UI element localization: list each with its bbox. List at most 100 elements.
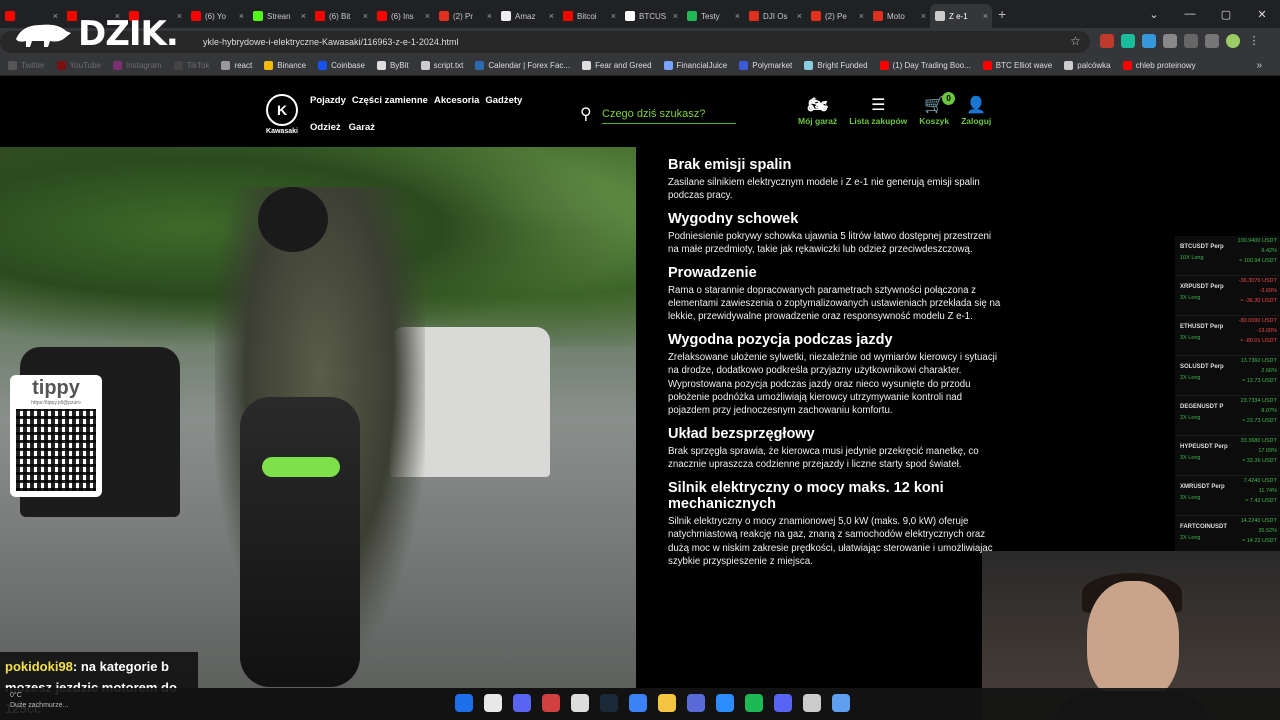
profile-avatar[interactable]	[1226, 34, 1240, 48]
browser-tab[interactable]: BTCUS ×	[620, 4, 682, 28]
my-garage-button[interactable]: 🏍 Mój garaż	[798, 96, 837, 126]
taskbar-app-icon[interactable]	[774, 694, 792, 712]
bookmark-item[interactable]: TikTok	[173, 61, 209, 70]
weather-widget[interactable]: 0°C Duże zachmurze...	[10, 691, 68, 711]
bookmark-item[interactable]: Coinbase	[318, 61, 365, 70]
bookmark-star-icon[interactable]: ☆	[1070, 34, 1081, 48]
crypto-position-row[interactable]: FARTCOINUSDT 2X Long 14.2240 USDT 35.52% ≈ 1…	[1175, 516, 1280, 556]
bookmark-item[interactable]: Instagram	[113, 61, 162, 70]
login-button[interactable]: 👤 Zaloguj	[961, 96, 991, 126]
crypto-pnl-approx: ≈ -80.01 USDT	[1240, 338, 1277, 344]
bookmark-item[interactable]: Polymarket	[739, 61, 792, 70]
taskbar-app-icon[interactable]	[716, 694, 734, 712]
bookmark-item[interactable]: BTC Elliot wave	[982, 61, 1052, 70]
taskbar-app-icon[interactable]	[513, 694, 531, 712]
close-window-button[interactable]: ✕	[1244, 8, 1280, 21]
bookmark-item[interactable]: Bright Funded	[804, 61, 868, 70]
extension-icon[interactable]	[1121, 34, 1135, 48]
taskbar-app-icon[interactable]	[629, 694, 647, 712]
tab-close-icon[interactable]: ×	[363, 11, 368, 21]
browser-tab[interactable]: (2) Pr ×	[434, 4, 496, 28]
tab-close-icon[interactable]: ×	[921, 11, 926, 21]
tab-search-icon[interactable]: ⌄	[1136, 8, 1172, 21]
bookmark-item[interactable]: FinancialJuice	[663, 61, 727, 70]
new-tab-button[interactable]: +	[998, 6, 1006, 22]
browser-tab[interactable]: (6) Ins ×	[372, 4, 434, 28]
browser-tab[interactable]: Testy ×	[682, 4, 744, 28]
bookmark-item[interactable]: ByBit	[376, 61, 409, 70]
browser-tab[interactable]: Moto ×	[868, 4, 930, 28]
tab-close-icon[interactable]: ×	[301, 11, 306, 21]
taskbar-app-icon[interactable]	[542, 694, 560, 712]
tab-close-icon[interactable]: ×	[425, 11, 430, 21]
bookmark-item[interactable]: react	[221, 61, 252, 70]
crypto-position-row[interactable]: BTCUSDT Perp 10X Long 100.9400 USDT 9.42% ≈ …	[1175, 236, 1280, 276]
bookmark-item[interactable]: Fear and Greed	[582, 61, 652, 70]
extension-icon[interactable]	[1142, 34, 1156, 48]
crypto-position-row[interactable]: SOLUSDT Perp 2X Long 13.7360 USDT 2.66% ≈ 13…	[1175, 356, 1280, 396]
search-input[interactable]	[602, 104, 736, 124]
kawasaki-logo[interactable]: K Kawasaki	[262, 94, 302, 135]
nav-item-akcesoria[interactable]: Akcesoria	[434, 95, 479, 106]
taskbar-app-icon[interactable]	[832, 694, 850, 712]
feature-title: Brak emisji spalin	[668, 157, 792, 173]
maximize-button[interactable]: ▢	[1208, 8, 1244, 21]
taskbar-app-icon[interactable]	[455, 694, 473, 712]
taskbar-app-icon[interactable]	[484, 694, 502, 712]
puzzle-icon[interactable]	[1163, 34, 1177, 48]
browser-tab[interactable]: Strean ×	[248, 4, 310, 28]
crypto-position-row[interactable]: ETHUSDT Perp 3X Long -80.0090 USDT -13.00% ≈…	[1175, 316, 1280, 356]
crypto-position-row[interactable]: HYPEUSDT Perp 3X Long 33.3680 USDT 17.09% ≈ …	[1175, 436, 1280, 476]
tab-close-icon[interactable]: ×	[673, 11, 678, 21]
crypto-position-row[interactable]: XRPUSDT Perp 3X Long -36.3076 USDT -3.69% ≈ …	[1175, 276, 1280, 316]
bookmark-item[interactable]: (1) Day Trading Boo...	[879, 61, 971, 70]
taskbar-app-icon[interactable]	[803, 694, 821, 712]
nav-item-gadzety[interactable]: Gadżety	[485, 95, 522, 106]
tab-label: Amaz	[515, 11, 536, 21]
media-icon[interactable]	[1184, 34, 1198, 48]
search-icon[interactable]: ⚲	[580, 104, 592, 124]
taskbar-app-icon[interactable]	[571, 694, 589, 712]
taskbar-app-icon[interactable]	[658, 694, 676, 712]
crypto-position-row[interactable]: XMRUSDT Perp 3X Long 7.4240 USDT 11.74% ≈ 7.…	[1175, 476, 1280, 516]
nav-item-garaz[interactable]: Garaż	[349, 122, 375, 133]
bookmark-item[interactable]: palcówka	[1064, 61, 1111, 70]
shopping-list-button[interactable]: ☰ Lista zakupów	[849, 96, 907, 126]
tab-close-icon[interactable]: ×	[611, 11, 616, 21]
browser-tab[interactable]: (2) Pe ×	[806, 4, 868, 28]
bookmark-item[interactable]: Binance	[264, 61, 306, 70]
taskbar-app-icon[interactable]	[600, 694, 618, 712]
tab-close-icon[interactable]: ×	[859, 11, 864, 21]
browser-tab[interactable]: (6) Bit ×	[310, 4, 372, 28]
menu-icon[interactable]: ⋮	[1247, 34, 1261, 48]
bookmarks-overflow-icon[interactable]: »	[1256, 60, 1262, 71]
bookmark-item[interactable]: Calendar | Forex Fac...	[475, 61, 570, 70]
nav-item-pojazdy[interactable]: Pojazdy	[310, 95, 346, 106]
tab-close-icon[interactable]: ×	[487, 11, 492, 21]
browser-tab[interactable]: Amaz ×	[496, 4, 558, 28]
tab-close-icon[interactable]: ×	[797, 11, 802, 21]
taskbar-app-icon[interactable]	[687, 694, 705, 712]
nav-item-odziez[interactable]: Odzież	[310, 122, 341, 133]
tab-close-icon[interactable]: ×	[549, 11, 554, 21]
bookmark-item[interactable]: chleb proteinowy	[1122, 61, 1196, 70]
browser-tab[interactable]: (6) Yo ×	[186, 4, 248, 28]
browser-tab[interactable]: Bitcoi ×	[558, 4, 620, 28]
taskbar-app-icon[interactable]	[745, 694, 763, 712]
crypto-position-row[interactable]: DEGENUSDT P 2X Long 23.7334 USDT 8.07% ≈ 23.…	[1175, 396, 1280, 436]
bookmark-item[interactable]: script.txt	[420, 61, 463, 70]
tab-close-icon[interactable]: ×	[983, 11, 988, 21]
tab-close-icon[interactable]: ×	[239, 11, 244, 21]
sidebar-icon[interactable]	[1205, 34, 1219, 48]
tab-close-icon[interactable]: ×	[735, 11, 740, 21]
browser-tab[interactable]: DJI Os ×	[744, 4, 806, 28]
extension-icon[interactable]	[1100, 34, 1114, 48]
tab-favicon-icon	[563, 11, 573, 21]
tab-favicon-icon	[873, 11, 883, 21]
cart-button[interactable]: 🛒 0 Koszyk	[919, 92, 956, 126]
nav-item-czesci[interactable]: Części zamienne	[352, 95, 428, 106]
browser-tab[interactable]: Z e-1 ×	[930, 4, 992, 28]
bookmark-item[interactable]: Twitter	[8, 61, 45, 70]
minimize-button[interactable]: —	[1172, 8, 1208, 20]
bookmark-item[interactable]: YouTube	[56, 61, 101, 70]
